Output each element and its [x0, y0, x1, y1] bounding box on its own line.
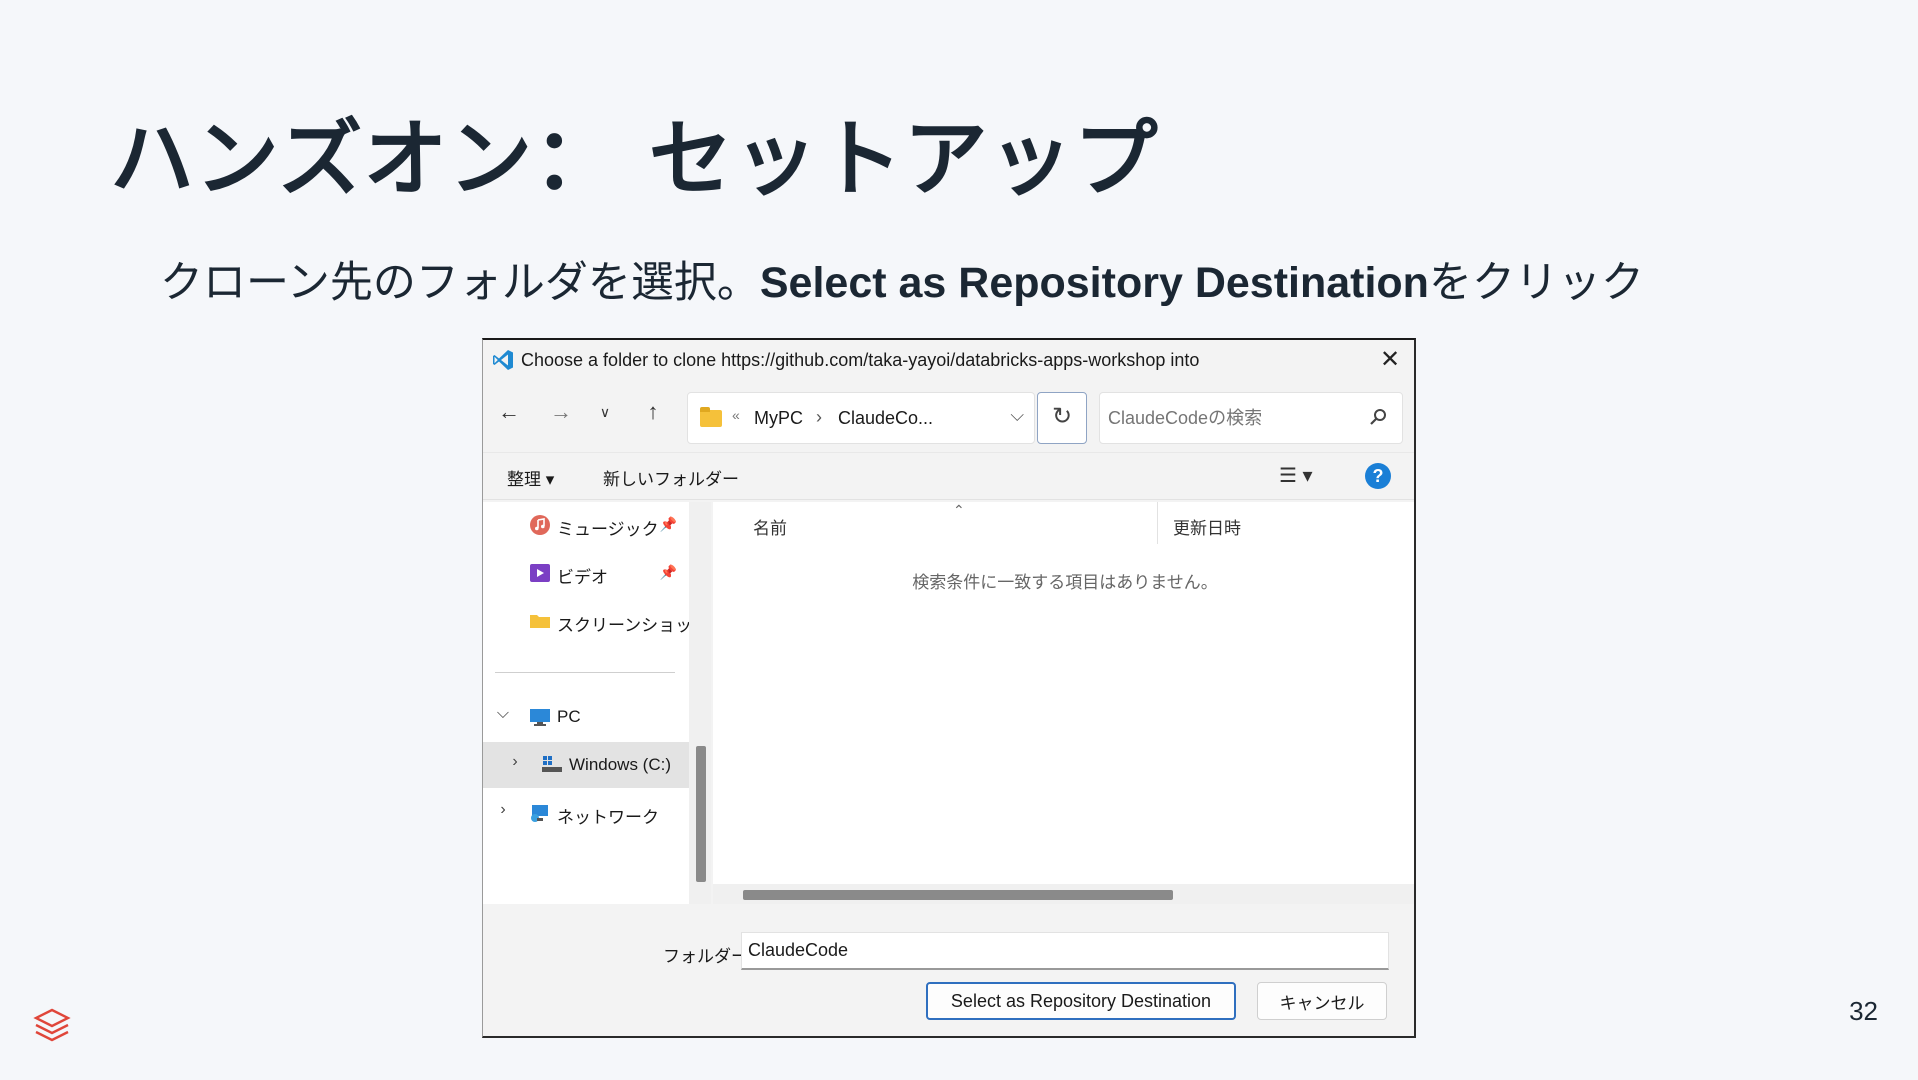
cancel-button[interactable]: キャンセル [1257, 982, 1387, 1020]
nav-item-label: ミュージック [557, 520, 659, 539]
nav-item-music[interactable]: ミュージック 📌 [483, 502, 689, 548]
sort-indicator-icon: ⌃ [953, 502, 965, 518]
close-icon: ✕ [1379, 346, 1401, 373]
breadcrumb-claudecode[interactable]: ClaudeCo... [838, 408, 933, 429]
expand-chevron-icon[interactable]: › [495, 801, 511, 819]
subtitle-text-end: をクリック [1428, 258, 1644, 308]
empty-message: 検索条件に一致する項目はありません。 [912, 573, 1218, 592]
address-bar[interactable]: « MyPC › ClaudeCo... ⌵ [687, 392, 1035, 444]
nav-item-pc[interactable]: ⌵ PC [483, 694, 689, 740]
nav-item-label: スクリーンショット [557, 616, 710, 635]
nav-divider [495, 672, 675, 673]
horizontal-scrollbar-thumb[interactable] [743, 890, 1173, 900]
folder-name-input[interactable] [741, 932, 1389, 970]
pc-icon [530, 709, 550, 726]
breadcrumb-mypc[interactable]: MyPC [754, 408, 803, 429]
arrow-up-icon: ↑ [647, 399, 659, 424]
navigation-pane: ミュージック 📌 ビデオ 📌 スクリーンショット ⌵ PC › Windows … [483, 502, 709, 904]
folder-icon [530, 615, 550, 628]
subtitle-text: クローン先のフォルダを選択。 [160, 258, 760, 308]
dialog-titlebar: Choose a folder to clone https://github.… [483, 340, 1414, 380]
up-button[interactable]: ↑ [637, 396, 669, 428]
file-list: ⌃ 名前 更新日時 検索条件に一致する項目はありません。 [713, 502, 1414, 884]
refresh-button[interactable]: ↻ [1037, 392, 1087, 444]
new-folder-button[interactable]: 新しいフォルダー [603, 465, 739, 490]
folder-dialog: Choose a folder to clone https://github.… [482, 338, 1416, 1038]
forward-button[interactable]: → [545, 396, 577, 428]
close-button[interactable]: ✕ [1376, 346, 1404, 374]
column-header-date[interactable]: 更新日時 [1173, 514, 1241, 539]
slide-title: ハンズオン： セットアップ [110, 109, 1159, 208]
arrow-left-icon: ← [498, 399, 520, 424]
chevron-down-icon: ∨ [599, 404, 611, 420]
address-dropdown-button[interactable]: ⌵ [1010, 405, 1024, 426]
back-button[interactable]: ← [493, 396, 525, 428]
help-icon[interactable]: ? [1365, 463, 1391, 489]
column-header-name[interactable]: 名前 [753, 514, 787, 539]
refresh-icon: ↻ [1051, 403, 1073, 430]
breadcrumb-separator[interactable]: › [816, 407, 822, 428]
dialog-title: Choose a folder to clone https://github.… [521, 350, 1200, 370]
search-icon[interactable] [1368, 407, 1388, 427]
nav-item-windows-c[interactable]: › Windows (C:) [483, 742, 689, 788]
network-icon [531, 805, 548, 822]
pin-icon: 📌 [659, 516, 677, 532]
organize-menu[interactable]: 整理 ▾ [507, 465, 554, 490]
nav-item-label: PC [557, 707, 581, 726]
vscode-icon [493, 350, 513, 370]
search-input[interactable] [1108, 405, 1348, 431]
databricks-logo-icon [33, 1008, 71, 1042]
collapse-chevron-icon[interactable]: ⌵ [495, 705, 511, 723]
pin-icon: 📌 [659, 564, 677, 580]
nav-scrollbar-thumb[interactable] [696, 746, 706, 882]
select-destination-button[interactable]: Select as Repository Destination [926, 982, 1236, 1020]
page-number: 32 [1849, 996, 1878, 1026]
folder-label: フォルダー: [663, 947, 753, 966]
expand-chevron-icon[interactable]: › [507, 753, 523, 771]
drive-icon [542, 756, 562, 772]
recent-locations-button[interactable]: ∨ [589, 396, 621, 428]
nav-item-label: ビデオ [557, 568, 608, 587]
video-icon [530, 564, 550, 582]
subtitle-button-name: Select as Repository Destination [759, 259, 1429, 307]
column-separator[interactable] [1157, 502, 1158, 544]
view-options-button[interactable]: ☰ ▾ [1279, 463, 1313, 488]
nav-item-video[interactable]: ビデオ 📌 [483, 550, 689, 596]
arrow-right-icon: → [550, 399, 572, 424]
nav-item-screenshots[interactable]: スクリーンショット [483, 598, 709, 644]
search-box [1099, 392, 1403, 444]
nav-item-label: ネットワーク [557, 808, 659, 827]
music-icon [530, 515, 550, 535]
address-overflow[interactable]: « [732, 407, 740, 423]
chevron-down-icon: ⌵ [1010, 405, 1024, 425]
slide-subtitle: クローン先のフォルダを選択。Select as Repository Desti… [160, 248, 1644, 310]
nav-item-label: Windows (C:) [569, 755, 672, 774]
dialog-footer: フォルダー: Select as Repository Destination … [483, 904, 1414, 1036]
command-bar: 整理 ▾ 新しいフォルダー ☰ ▾ ? [483, 452, 1414, 500]
folder-icon [700, 407, 722, 427]
nav-item-network[interactable]: › ネットワーク [483, 790, 689, 836]
